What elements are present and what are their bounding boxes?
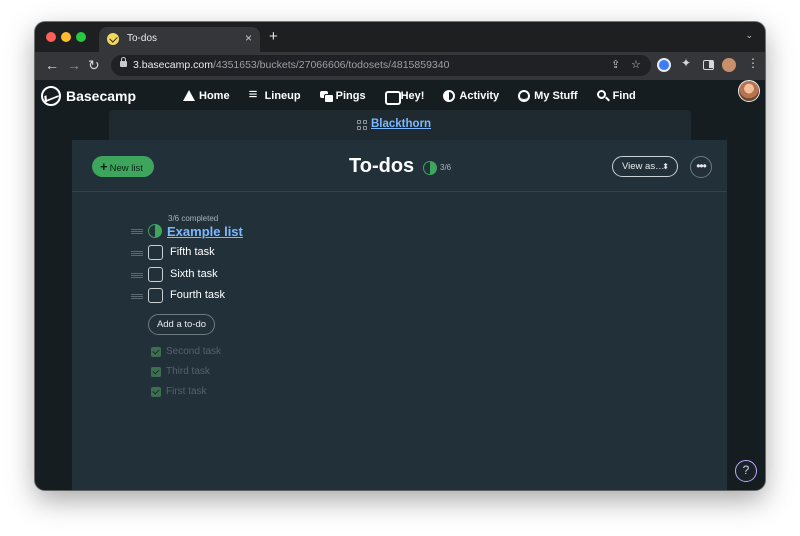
nav-home[interactable]: Home — [183, 90, 230, 102]
extensions-puzzle-icon[interactable]: ✦ — [681, 56, 695, 70]
tab-title: To-dos — [127, 33, 158, 44]
main-nav: Home Lineup Pings Hey! Activity My Stuff… — [183, 86, 655, 105]
checked-checkbox[interactable] — [151, 367, 161, 377]
breadcrumb: Blackthorn — [109, 110, 691, 140]
todos-card: + New list To-dos 3/6 View as… ⬍ ••• 3/6 c… — [72, 140, 727, 490]
list-title-link[interactable]: Example list — [167, 224, 243, 239]
completed-todo-label[interactable]: First task — [166, 386, 207, 397]
find-icon — [596, 90, 609, 102]
nav-label: Find — [612, 90, 636, 102]
browser-tab[interactable]: To-dos × — [99, 27, 260, 52]
grid-cell — [363, 126, 367, 130]
reload-icon[interactable]: ↻ — [88, 56, 100, 74]
nav-pings[interactable]: Pings — [319, 90, 366, 103]
nav-mystuff[interactable]: My Stuff — [518, 90, 578, 102]
url-domain: 3.basecamp.com — [133, 59, 213, 71]
logo-text: Basecamp — [66, 88, 137, 104]
mystuff-icon — [518, 90, 531, 102]
view-as-label: View as… — [622, 161, 665, 172]
close-window-button[interactable] — [46, 32, 56, 42]
completed-count: 3/6 — [440, 163, 452, 172]
nav-lineup[interactable]: Lineup — [249, 86, 301, 103]
browser-menu-icon[interactable]: ⋮ — [747, 56, 761, 70]
nav-label: Activity — [459, 90, 500, 102]
avatar[interactable] — [738, 80, 760, 102]
todo-label[interactable]: Fifth task — [170, 246, 215, 258]
drag-handle-icon[interactable] — [131, 294, 143, 299]
more-options-button[interactable]: ••• — [690, 156, 712, 178]
basecamp-favicon-icon — [107, 33, 119, 45]
nav-activity[interactable]: Activity — [443, 90, 499, 102]
basecamp-logo-icon — [41, 86, 61, 106]
lock-icon[interactable] — [120, 57, 127, 67]
plus-icon: + — [100, 159, 108, 174]
checked-checkbox[interactable] — [151, 347, 161, 357]
nav-label: Home — [199, 90, 230, 102]
list-completion-meta: 3/6 completed — [168, 214, 219, 223]
card-header: + New list To-dos 3/6 View as… ⬍ ••• — [72, 140, 727, 192]
password-manager-icon[interactable] — [657, 58, 671, 72]
new-tab-button[interactable]: + — [269, 28, 278, 45]
view-as-button[interactable]: View as… ⬍ — [612, 156, 678, 177]
nav-find[interactable]: Find — [596, 90, 636, 102]
project-grid-icon — [357, 120, 367, 130]
maximize-window-button[interactable] — [76, 32, 86, 42]
pings-icon — [319, 90, 334, 103]
todo-checkbox[interactable] — [148, 288, 163, 303]
browser-window: To-dos × + ⌄ ← → ↻ 3.basecamp.com/435165… — [35, 22, 765, 490]
page-title: To-dos — [349, 155, 415, 177]
basecamp-logo[interactable]: Basecamp — [41, 86, 136, 106]
grid-cell — [357, 126, 361, 130]
activity-icon — [443, 90, 456, 102]
url-text[interactable]: 3.basecamp.com/4351653/buckets/27066606/… — [133, 59, 449, 71]
help-button[interactable]: ? — [735, 460, 757, 482]
address-bar[interactable]: 3.basecamp.com/4351653/buckets/27066606/… — [111, 55, 651, 76]
drag-handle-icon[interactable] — [131, 273, 143, 278]
add-todo-button[interactable]: Add a to-do — [148, 314, 215, 335]
checked-checkbox[interactable] — [151, 387, 161, 397]
grid-cell — [357, 120, 361, 124]
nav-label: Hey! — [400, 90, 425, 102]
tab-strip: To-dos × + ⌄ — [35, 22, 765, 52]
new-list-button[interactable]: + New list — [92, 156, 154, 177]
lineup-icon — [249, 86, 261, 103]
new-list-label: New list — [109, 163, 143, 174]
tab-search-icon[interactable]: ⌄ — [745, 30, 753, 41]
completed-todo-label[interactable]: Second task — [166, 346, 221, 357]
drag-handle-icon[interactable] — [131, 251, 143, 256]
home-icon — [183, 90, 195, 102]
back-icon[interactable]: ← — [45, 56, 59, 74]
minimize-window-button[interactable] — [61, 32, 71, 42]
share-icon[interactable]: ⇪ — [611, 58, 620, 71]
grid-cell — [363, 120, 367, 124]
profile-avatar-icon[interactable] — [722, 58, 736, 72]
side-panel-icon[interactable] — [703, 60, 714, 70]
forward-icon[interactable]: → — [67, 56, 81, 74]
progress-pie-icon — [423, 161, 437, 175]
tab-close-icon[interactable]: × — [245, 31, 252, 45]
nav-label: Pings — [335, 90, 366, 102]
browser-toolbar: ← → ↻ 3.basecamp.com/4351653/buckets/270… — [35, 52, 765, 80]
nav-label: Lineup — [264, 90, 301, 102]
progress-pie-icon — [148, 224, 162, 238]
todo-checkbox[interactable] — [148, 267, 163, 282]
url-path: /4351653/buckets/27066606/todosets/48158… — [212, 59, 450, 71]
chevron-updown-icon: ⬍ — [662, 162, 669, 171]
nav-label: My Stuff — [534, 90, 578, 102]
hey-icon — [384, 90, 401, 105]
project-link[interactable]: Blackthorn — [371, 118, 431, 130]
todo-label[interactable]: Sixth task — [170, 268, 218, 280]
todo-checkbox[interactable] — [148, 245, 163, 260]
completed-todo-label[interactable]: Third task — [166, 366, 210, 377]
bookmark-star-icon[interactable]: ☆ — [631, 58, 641, 71]
drag-handle-icon[interactable] — [131, 229, 143, 234]
basecamp-app: Basecamp Home Lineup Pings Hey! Activity… — [35, 80, 765, 490]
todo-label[interactable]: Fourth task — [170, 289, 225, 301]
nav-hey[interactable]: Hey! — [384, 90, 425, 105]
